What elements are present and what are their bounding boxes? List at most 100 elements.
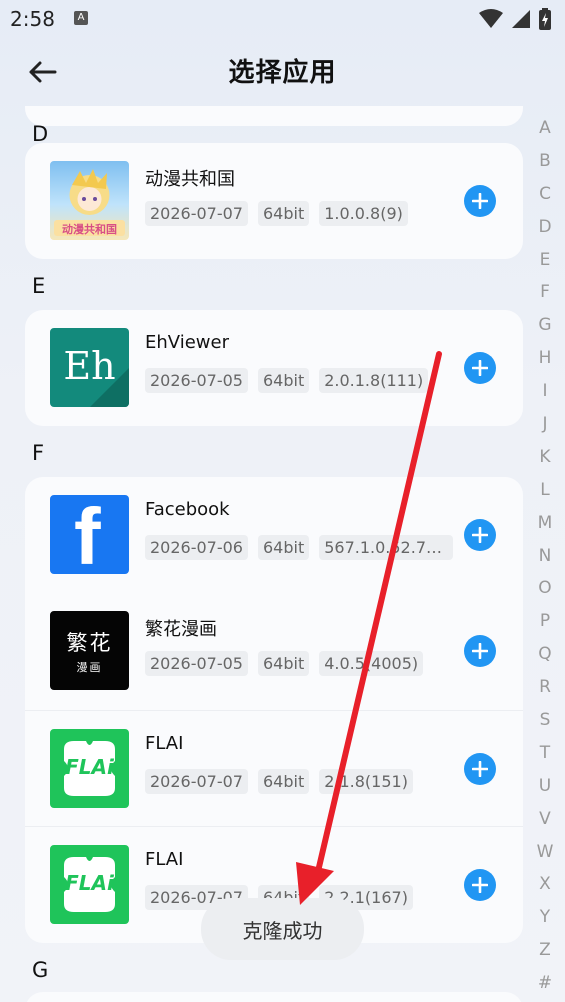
toast-message: 克隆成功 xyxy=(201,898,364,960)
version-badge: 4.0.5(4005) xyxy=(319,651,424,676)
arch-badge: 64bit xyxy=(257,769,310,794)
app-row[interactable]: f Facebook 2026-07-06 64bit 567.1.0.52.7… xyxy=(25,477,523,593)
app-meta: 2026-07-05 64bit 4.0.5(4005) xyxy=(145,651,424,676)
index-letter-h[interactable]: H xyxy=(532,342,558,375)
section-card-d: 动漫共和国 动漫共和国 2026-07-07 64bit 1.0.0.8(9) xyxy=(25,143,523,259)
index-letter-q[interactable]: Q xyxy=(532,638,558,671)
index-letter-r[interactable]: R xyxy=(532,671,558,704)
index-letter-a[interactable]: A xyxy=(532,112,558,145)
index-letter-v[interactable]: V xyxy=(532,803,558,836)
section-header-f: F xyxy=(32,441,45,465)
index-letter-b[interactable]: B xyxy=(532,145,558,178)
section-card-g xyxy=(25,992,523,1002)
app-name: 繁花漫画 xyxy=(145,619,217,640)
app-name: 动漫共和国 xyxy=(145,169,235,190)
ehviewer-app-icon: Eh xyxy=(50,328,129,407)
index-letter-f[interactable]: F xyxy=(532,276,558,309)
flai-app-icon: FLAi xyxy=(50,729,129,808)
app-list[interactable]: D 动漫共和国 动漫共和国 2026-07-07 64bit 1.0.0.8(9… xyxy=(0,106,565,1002)
app-bar: 选择应用 xyxy=(0,38,565,106)
section-header-e: E xyxy=(32,274,46,298)
index-letter-s[interactable]: S xyxy=(532,704,558,737)
section-card-e: Eh EhViewer 2026-07-05 64bit 2.0.1.8(111… xyxy=(25,310,523,426)
version-badge: 2.0.1.8(111) xyxy=(319,368,429,393)
install-date: 2026-07-07 xyxy=(145,201,248,226)
notification-icon: A xyxy=(74,11,88,25)
arch-badge: 64bit xyxy=(257,535,310,560)
ehviewer-icon-label: Eh xyxy=(63,344,116,388)
arch-badge: 64bit xyxy=(257,368,310,393)
fanhua-icon-sublabel: 漫画 xyxy=(76,661,103,674)
index-letter-p[interactable]: P xyxy=(532,605,558,638)
version-badge: 1.0.0.8(9) xyxy=(319,201,408,226)
dongman-icon-label: 动漫共和国 xyxy=(62,223,117,236)
status-icons xyxy=(479,8,551,30)
partial-app-card xyxy=(25,106,523,126)
status-bar: 2:58 A xyxy=(0,0,565,38)
flai-app-icon: FLAi xyxy=(50,845,129,924)
app-row[interactable]: 繁花 漫画 繁花漫画 2026-07-05 64bit 4.0.5(4005) xyxy=(25,593,523,709)
arch-badge: 64bit xyxy=(257,201,310,226)
plus-icon xyxy=(472,877,488,893)
page-title: 选择应用 xyxy=(228,58,337,88)
index-letter-e[interactable]: E xyxy=(532,244,558,277)
app-name: FLAI xyxy=(145,733,184,754)
section-header-g: G xyxy=(32,958,49,982)
plus-icon xyxy=(472,643,488,659)
app-meta: 2026-07-07 64bit 2.1.8(151) xyxy=(145,769,413,794)
plus-icon xyxy=(472,761,488,777)
app-name: EhViewer xyxy=(145,332,229,353)
facebook-app-icon: f xyxy=(50,495,129,574)
install-date: 2026-07-05 xyxy=(145,651,248,676)
index-letter-w[interactable]: W xyxy=(532,836,558,869)
index-letter-i[interactable]: I xyxy=(532,375,558,408)
arch-badge: 64bit xyxy=(257,651,310,676)
app-meta: 2026-07-06 64bit 567.1.0.52.74(... xyxy=(145,535,454,560)
index-letter-l[interactable]: L xyxy=(532,474,558,507)
add-app-button[interactable] xyxy=(464,869,496,901)
plus-icon xyxy=(472,360,488,376)
status-time: 2:58 xyxy=(10,7,55,31)
index-letter-z[interactable]: Z xyxy=(532,934,558,967)
version-badge: 567.1.0.52.74(... xyxy=(319,535,454,560)
app-row[interactable]: 动漫共和国 动漫共和国 2026-07-07 64bit 1.0.0.8(9) xyxy=(25,143,523,259)
add-app-button[interactable] xyxy=(464,352,496,384)
app-name: Facebook xyxy=(145,499,230,520)
app-name: FLAI xyxy=(145,849,184,870)
index-letter-m[interactable]: M xyxy=(532,507,558,540)
install-date: 2026-07-05 xyxy=(145,368,248,393)
add-app-button[interactable] xyxy=(464,753,496,785)
flai-icon-label: FLAi xyxy=(65,871,114,895)
app-meta: 2026-07-07 64bit 1.0.0.8(9) xyxy=(145,201,408,226)
index-letter-u[interactable]: U xyxy=(532,770,558,803)
alphabet-index[interactable]: A B C D E F G H I J K L M N O P Q R S T … xyxy=(532,112,558,1000)
index-letter-g[interactable]: G xyxy=(532,309,558,342)
battery-icon xyxy=(539,8,551,30)
app-row[interactable]: FLAi FLAI 2026-07-07 64bit 2.1.8(151) xyxy=(25,710,523,826)
index-letter-k[interactable]: K xyxy=(532,441,558,474)
index-letter-t[interactable]: T xyxy=(532,737,558,770)
index-letter-c[interactable]: C xyxy=(532,178,558,211)
section-card-f: f Facebook 2026-07-06 64bit 567.1.0.52.7… xyxy=(25,477,523,943)
index-letter-x[interactable]: X xyxy=(532,868,558,901)
facebook-icon-label: f xyxy=(74,495,101,575)
index-letter-n[interactable]: N xyxy=(532,540,558,573)
dongman-app-icon: 动漫共和国 xyxy=(50,161,129,240)
add-app-button[interactable] xyxy=(464,185,496,217)
install-date: 2026-07-07 xyxy=(145,769,248,794)
signal-icon xyxy=(512,10,530,28)
index-letter-hash[interactable]: # xyxy=(532,967,558,1000)
index-letter-d[interactable]: D xyxy=(532,211,558,244)
wifi-icon xyxy=(479,9,503,28)
flai-icon-label: FLAi xyxy=(65,755,114,779)
fanhua-icon-label: 繁花 xyxy=(66,631,113,655)
add-app-button[interactable] xyxy=(464,519,496,551)
fanhua-app-icon: 繁花 漫画 xyxy=(50,611,129,690)
version-badge: 2.1.8(151) xyxy=(319,769,413,794)
index-letter-y[interactable]: Y xyxy=(532,901,558,934)
install-date: 2026-07-06 xyxy=(145,535,248,560)
index-letter-j[interactable]: J xyxy=(532,408,558,441)
index-letter-o[interactable]: O xyxy=(532,572,558,605)
app-row[interactable]: Eh EhViewer 2026-07-05 64bit 2.0.1.8(111… xyxy=(25,310,523,426)
add-app-button[interactable] xyxy=(464,635,496,667)
